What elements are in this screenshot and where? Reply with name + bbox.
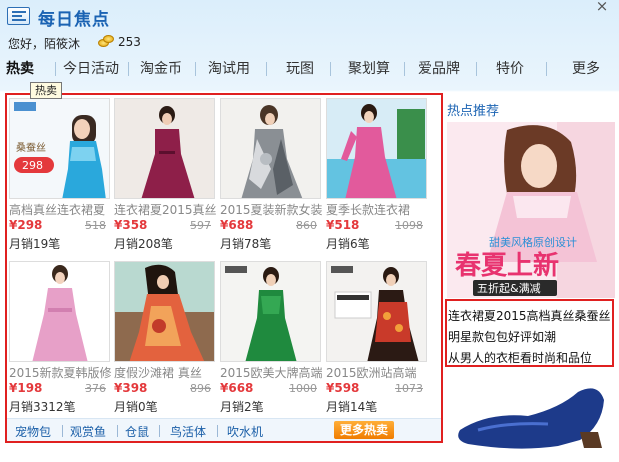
product-card[interactable]: 连衣裙夏2015真丝 ¥358 597 月销208笔 xyxy=(114,98,217,251)
tag-pet-bag[interactable]: 宠物包 xyxy=(15,423,51,440)
tag-divider xyxy=(117,425,118,437)
tag-hamster[interactable]: 仓鼠 xyxy=(125,423,149,440)
tab-trial[interactable]: 淘试用 xyxy=(208,58,250,78)
product-original-price: 597 xyxy=(190,219,211,232)
tab-taojinbi[interactable]: 淘金币 xyxy=(140,58,182,78)
nav-divider xyxy=(330,62,331,76)
hot-recommend-list: 连衣裙夏2015高档真丝桑蚕丝 明星款包包好评如潮 从男人的衣柜看时尚和品位 xyxy=(445,299,614,367)
tag-live-birds[interactable]: 鸟活体 xyxy=(170,423,206,440)
product-name[interactable]: 高档真丝连衣裙夏 xyxy=(9,201,112,217)
app-window-icon xyxy=(7,7,30,25)
product-sales: 月销0笔 xyxy=(114,400,158,414)
svg-text:桑蚕丝: 桑蚕丝 xyxy=(16,142,46,154)
banner-subtitle: 甜美风格原创设计 xyxy=(489,235,577,249)
product-sales: 月销19笔 xyxy=(9,237,61,251)
coin-count[interactable]: 253 xyxy=(118,35,141,49)
product-sales: 月销2笔 xyxy=(220,400,264,414)
product-card[interactable]: 2015欧洲站高端 ¥598 1073 月销14笔 xyxy=(326,261,429,414)
tag-blower[interactable]: 吹水机 xyxy=(227,423,263,440)
product-price: ¥198 xyxy=(9,381,43,395)
product-price: ¥518 xyxy=(326,218,360,232)
product-name[interactable]: 连衣裙夏2015真丝 xyxy=(114,201,217,217)
tab-today-events[interactable]: 今日活动 xyxy=(63,58,119,78)
product-image[interactable] xyxy=(326,98,427,199)
product-sales: 月销78笔 xyxy=(220,237,272,251)
promo-banner[interactable]: 甜美风格原创设计 春夏上新 五折起&满减 xyxy=(447,122,615,298)
product-card[interactable]: 桑蚕丝 298 高档真丝连衣裙夏 ¥298 518 月销19笔 xyxy=(9,98,112,251)
category-tag-bar: 宠物包 观赏鱼 仓鼠 鸟活体 吹水机 更多热卖 xyxy=(7,418,441,441)
close-button[interactable]: × xyxy=(585,0,619,14)
tag-divider xyxy=(217,425,218,437)
product-image[interactable] xyxy=(220,261,321,362)
product-image[interactable] xyxy=(326,261,427,362)
title-bar: 每日焦点 × xyxy=(0,0,619,32)
product-original-price: 1073 xyxy=(395,382,423,395)
tab-tooltip: 热卖 xyxy=(30,82,62,99)
product-original-price: 1098 xyxy=(395,219,423,232)
tab-photos[interactable]: 玩图 xyxy=(286,58,314,78)
product-original-price: 1000 xyxy=(289,382,317,395)
product-original-price: 376 xyxy=(85,382,106,395)
nav-divider xyxy=(195,62,196,76)
hot-sale-panel: 桑蚕丝 298 高档真丝连衣裙夏 ¥298 518 月销19笔 连衣裙夏2015… xyxy=(5,93,443,443)
nav-divider xyxy=(266,62,267,76)
product-image[interactable] xyxy=(220,98,321,199)
tag-ornamental-fish[interactable]: 观赏鱼 xyxy=(70,423,106,440)
product-original-price: 860 xyxy=(296,219,317,232)
product-name[interactable]: 夏季长款连衣裙 xyxy=(326,201,429,217)
banner-badge: 五折起&满减 xyxy=(477,281,541,295)
product-original-price: 518 xyxy=(85,219,106,232)
product-card[interactable]: 度假沙滩裙 真丝 ¥398 896 月销0笔 xyxy=(114,261,217,414)
tab-brands[interactable]: 爱品牌 xyxy=(418,58,460,78)
product-sales: 月销208笔 xyxy=(114,237,173,251)
tag-divider xyxy=(62,425,63,437)
product-price: ¥298 xyxy=(9,218,43,232)
nav-divider xyxy=(55,62,56,76)
product-name[interactable]: 2015欧洲站高端 xyxy=(326,364,429,380)
product-sales: 月销14笔 xyxy=(326,400,378,414)
product-card[interactable]: 2015欧美大牌高端 ¥668 1000 月销2笔 xyxy=(220,261,323,414)
hot-recommend-title: 热点推荐 xyxy=(447,104,500,119)
product-sales: 月销6笔 xyxy=(326,237,370,251)
product-original-price: 896 xyxy=(190,382,211,395)
nav-divider xyxy=(404,62,405,76)
product-image[interactable] xyxy=(114,261,215,362)
hot-link[interactable]: 连衣裙夏2015高档真丝桑蚕丝 xyxy=(448,307,611,324)
product-image[interactable] xyxy=(9,261,110,362)
tab-juhuasuan[interactable]: 聚划算 xyxy=(348,58,390,78)
category-nav: 热卖 今日活动 淘金币 淘试用 玩图 聚划算 爱品牌 特价 更多 xyxy=(0,56,619,82)
product-price: ¥398 xyxy=(114,381,148,395)
nav-divider xyxy=(546,62,547,76)
product-image[interactable]: 桑蚕丝 298 xyxy=(9,98,110,199)
more-hot-sale-button[interactable]: 更多热卖 xyxy=(334,421,394,439)
product-price: ¥598 xyxy=(326,381,360,395)
tab-hot-sale[interactable]: 热卖 xyxy=(6,58,34,78)
nav-divider xyxy=(128,62,129,76)
shoe-ad-image[interactable] xyxy=(448,372,613,452)
tab-more[interactable]: 更多 xyxy=(572,58,600,78)
product-name[interactable]: 2015新款夏韩版修 xyxy=(9,364,112,380)
nav-divider xyxy=(476,62,477,76)
tab-specials[interactable]: 特价 xyxy=(496,58,524,78)
user-greeting[interactable]: 您好，陌筱沐 xyxy=(8,35,80,52)
product-name[interactable]: 2015夏装新款女装 xyxy=(220,201,323,217)
product-card[interactable]: 2015新款夏韩版修 ¥198 376 月销3312笔 xyxy=(9,261,112,414)
product-price: ¥688 xyxy=(220,218,254,232)
price-badge: 298 xyxy=(22,159,43,172)
hot-link[interactable]: 从男人的衣柜看时尚和品位 xyxy=(448,349,592,366)
hot-link[interactable]: 明星款包包好评如潮 xyxy=(448,328,556,345)
product-price: ¥358 xyxy=(114,218,148,232)
product-card[interactable]: 2015夏装新款女装 ¥688 860 月销78笔 xyxy=(220,98,323,251)
product-sales: 月销3312笔 xyxy=(9,400,76,414)
product-card[interactable]: 夏季长款连衣裙 ¥518 1098 月销6笔 xyxy=(326,98,429,251)
app-title: 每日焦点 xyxy=(38,10,110,30)
tag-divider xyxy=(159,425,160,437)
product-name[interactable]: 度假沙滩裙 真丝 xyxy=(114,364,217,380)
product-image[interactable] xyxy=(114,98,215,199)
banner-headline: 春夏上新 xyxy=(455,250,559,281)
product-name[interactable]: 2015欧美大牌高端 xyxy=(220,364,323,380)
coin-icon xyxy=(98,35,115,48)
product-price: ¥668 xyxy=(220,381,254,395)
